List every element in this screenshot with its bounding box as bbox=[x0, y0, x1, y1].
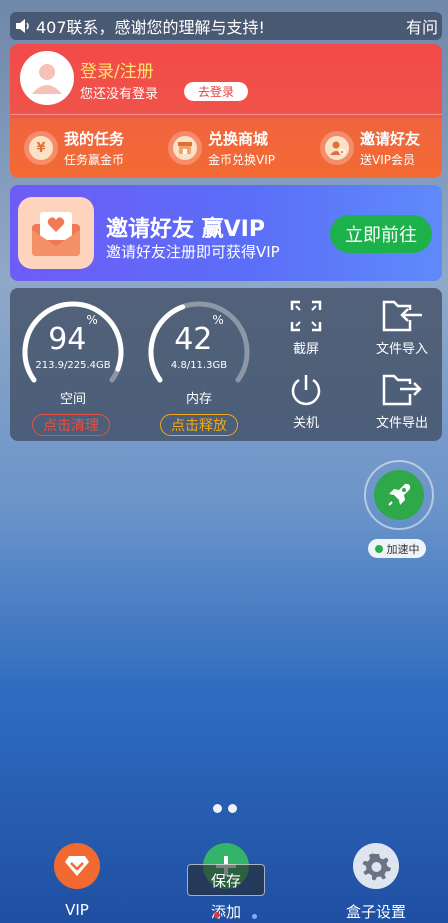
indicator-dot bbox=[252, 914, 257, 919]
feature-my-tasks[interactable]: ¥ 我的任务 任务赢金币 bbox=[24, 128, 124, 168]
notice-text-trailing: 有问 bbox=[405, 18, 438, 37]
storage-unit: % bbox=[86, 313, 98, 327]
rocket-icon bbox=[374, 470, 424, 520]
login-title[interactable]: 登录/注册 bbox=[80, 57, 154, 82]
storage-percent: 94 bbox=[48, 322, 87, 357]
memory-label: 内存 bbox=[185, 392, 212, 407]
screenshot-icon bbox=[271, 296, 341, 336]
invite-banner[interactable]: 邀请好友 赢VIP 邀请好友注册即可获得VIP 立即前往 bbox=[10, 185, 442, 281]
vip-button[interactable]: VIP bbox=[32, 843, 122, 919]
envelope-heart-icon bbox=[18, 197, 94, 269]
feature-subtitle: 任务赢金币 bbox=[64, 153, 125, 167]
screenshot-label: 截屏 bbox=[292, 342, 319, 357]
power-icon bbox=[271, 370, 341, 410]
memory-percent: 42 bbox=[174, 322, 213, 357]
add-user-icon bbox=[320, 131, 354, 165]
status-dot bbox=[374, 544, 383, 553]
screenshot-button[interactable]: 截屏 bbox=[271, 296, 341, 357]
notice-marquee[interactable]: 407联系，感谢您的理解与支持! 有问 bbox=[10, 12, 442, 40]
invite-title: 邀请好友 赢VIP bbox=[106, 217, 265, 242]
storage-label: 空间 bbox=[59, 392, 86, 407]
go-login-button[interactable]: 去登录 bbox=[184, 82, 248, 101]
box-settings-label: 盒子设置 bbox=[345, 903, 406, 921]
feature-title: 邀请好友 bbox=[360, 130, 421, 148]
clean-button[interactable]: 点击清理 bbox=[32, 414, 110, 436]
tools-panel: 94% 213.9/225.4GB 空间 点击清理 42% 4.8/11.3GB… bbox=[10, 288, 442, 441]
feature-title: 我的任务 bbox=[64, 130, 125, 148]
file-import-button[interactable]: 文件导入 bbox=[363, 296, 441, 357]
go-now-button[interactable]: 立即前往 bbox=[330, 215, 432, 253]
user-avatar-icon bbox=[32, 64, 62, 94]
divider bbox=[10, 114, 442, 115]
memory-detail: 4.8/11.3GB bbox=[170, 360, 228, 371]
login-card: 登录/注册 您还没有登录 去登录 ¥ 我的任务 任务赢金币 兑换商城 金币兑换V… bbox=[10, 44, 442, 178]
login-subtitle: 您还没有登录 bbox=[80, 87, 159, 102]
box-settings-button[interactable]: 盒子设置 bbox=[331, 843, 421, 922]
memory-unit: % bbox=[212, 313, 224, 327]
accelerator-button[interactable] bbox=[364, 460, 434, 530]
shop-icon bbox=[168, 131, 202, 165]
memory-gauge: 42% 4.8/11.3GB bbox=[144, 296, 254, 396]
avatar[interactable] bbox=[20, 51, 74, 105]
notification-dot bbox=[214, 912, 220, 918]
accelerating-label: 加速中 bbox=[386, 542, 420, 556]
login-header[interactable]: 登录/注册 您还没有登录 去登录 bbox=[10, 44, 442, 110]
feature-subtitle: 金币兑换VIP bbox=[208, 153, 275, 167]
vip-label: VIP bbox=[65, 901, 89, 919]
page-indicator bbox=[213, 804, 237, 813]
folder-import-icon bbox=[363, 296, 441, 336]
feature-invite-friends[interactable]: 邀请好友 送VIP会员 bbox=[320, 128, 420, 168]
vip-diamond-icon bbox=[54, 843, 100, 889]
storage-detail: 213.9/225.4GB bbox=[35, 360, 111, 371]
file-export-button[interactable]: 文件导出 bbox=[363, 370, 441, 431]
file-export-label: 文件导出 bbox=[375, 416, 428, 431]
storage-gauge: 94% 213.9/225.4GB bbox=[18, 296, 128, 396]
feature-exchange-shop[interactable]: 兑换商城 金币兑换VIP bbox=[168, 128, 275, 168]
feature-title: 兑换商城 bbox=[208, 130, 269, 148]
yen-coin-icon: ¥ bbox=[24, 131, 58, 165]
speaker-icon bbox=[10, 18, 36, 34]
gear-icon bbox=[353, 843, 399, 889]
folder-export-icon bbox=[363, 370, 441, 410]
add-label: 添加 bbox=[210, 903, 241, 921]
page-dot bbox=[228, 804, 237, 813]
release-button[interactable]: 点击释放 bbox=[160, 414, 238, 436]
accelerating-status: 加速中 bbox=[368, 539, 426, 558]
feature-subtitle: 送VIP会员 bbox=[360, 153, 415, 167]
page-dot bbox=[213, 804, 222, 813]
notice-text: 407联系，感谢您的理解与支持! bbox=[36, 18, 265, 37]
save-toast: 保存 bbox=[187, 864, 265, 896]
file-import-label: 文件导入 bbox=[375, 342, 428, 357]
shutdown-label: 关机 bbox=[292, 416, 319, 431]
invite-subtitle: 邀请好友注册即可获得VIP bbox=[106, 243, 280, 261]
shutdown-button[interactable]: 关机 bbox=[271, 370, 341, 431]
